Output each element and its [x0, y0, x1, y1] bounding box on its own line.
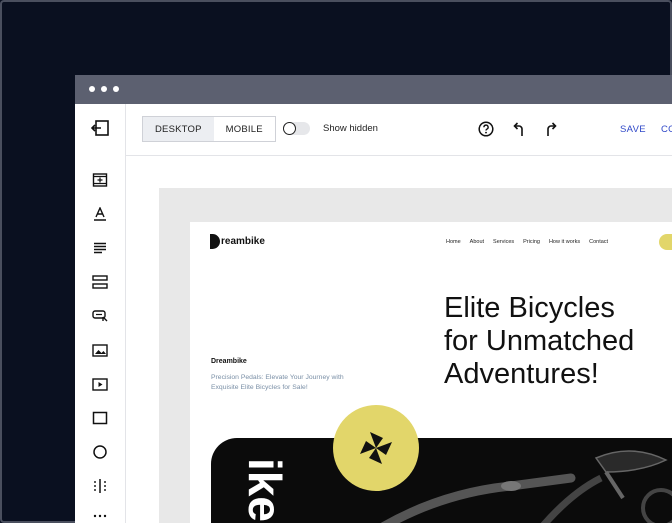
- editor-canvas: reambike Home About Services Pricing How…: [126, 156, 672, 523]
- hero-image-text: ike: [239, 458, 291, 522]
- site-logo[interactable]: reambike: [210, 234, 265, 249]
- rectangle-icon[interactable]: [90, 408, 110, 428]
- nav-link-home[interactable]: Home: [446, 239, 461, 245]
- hero-brand[interactable]: Dreambike: [211, 358, 247, 365]
- nav-cta-button[interactable]: [659, 234, 672, 250]
- exit-icon[interactable]: [90, 118, 110, 138]
- more-icon[interactable]: [90, 506, 110, 523]
- view-switcher: DESKTOP MOBILE: [142, 116, 276, 142]
- nav-link-pricing[interactable]: Pricing: [523, 239, 540, 245]
- help-icon[interactable]: [478, 121, 494, 142]
- tool-sidebar: [75, 104, 126, 523]
- site-preview[interactable]: reambike Home About Services Pricing How…: [190, 222, 672, 523]
- hero-title-line: for Unmatched: [444, 325, 635, 357]
- site-nav: Home About Services Pricing How it works…: [446, 239, 608, 245]
- nav-link-about[interactable]: About: [470, 239, 484, 245]
- editor-window: DESKTOP MOBILE Show hidden SAVE COMMENT …: [75, 75, 672, 523]
- show-hidden-label: Show hidden: [323, 123, 378, 134]
- circle-icon[interactable]: [90, 442, 110, 462]
- brand-badge[interactable]: [333, 405, 419, 491]
- show-hidden-toggle[interactable]: [283, 122, 310, 135]
- comment-button[interactable]: COMMENT: [661, 124, 672, 135]
- logo-text: reambike: [221, 236, 265, 247]
- hero-title-line: Elite Bicycles: [444, 292, 615, 324]
- artboard: reambike Home About Services Pricing How…: [159, 188, 672, 523]
- hero-title-line: Adventures!: [444, 358, 599, 390]
- nav-link-how-it-works[interactable]: How it works: [549, 239, 580, 245]
- window-dot[interactable]: [89, 86, 95, 92]
- text-heading-icon[interactable]: [90, 204, 110, 224]
- pinwheel-icon: [360, 432, 392, 464]
- desktop-view-button[interactable]: DESKTOP: [143, 117, 214, 141]
- paragraph-icon[interactable]: [90, 238, 110, 258]
- hero-title[interactable]: Elite Bicycles for Unmatched Adventures!: [444, 292, 634, 391]
- redo-icon[interactable]: [544, 121, 558, 142]
- nav-link-contact[interactable]: Contact: [589, 239, 608, 245]
- undo-icon[interactable]: [512, 121, 526, 142]
- video-icon[interactable]: [90, 374, 110, 394]
- mobile-view-button[interactable]: MOBILE: [214, 117, 275, 141]
- add-section-icon[interactable]: [90, 170, 110, 190]
- hero-image[interactable]: ike: [211, 438, 672, 523]
- columns-icon[interactable]: [90, 476, 110, 496]
- hero-tagline[interactable]: Precision Pedals: Elevate Your Journey w…: [211, 373, 361, 393]
- window-titlebar: [75, 75, 672, 104]
- save-button[interactable]: SAVE: [620, 124, 646, 135]
- list-block-icon[interactable]: [90, 272, 110, 292]
- editor-toolbar: DESKTOP MOBILE Show hidden SAVE COMMENT: [126, 104, 672, 156]
- window-controls[interactable]: [89, 86, 119, 92]
- window-dot[interactable]: [101, 86, 107, 92]
- nav-link-services[interactable]: Services: [493, 239, 514, 245]
- window-dot[interactable]: [113, 86, 119, 92]
- button-icon[interactable]: [90, 306, 110, 326]
- image-icon[interactable]: [90, 340, 110, 360]
- logo-mark: [210, 234, 220, 249]
